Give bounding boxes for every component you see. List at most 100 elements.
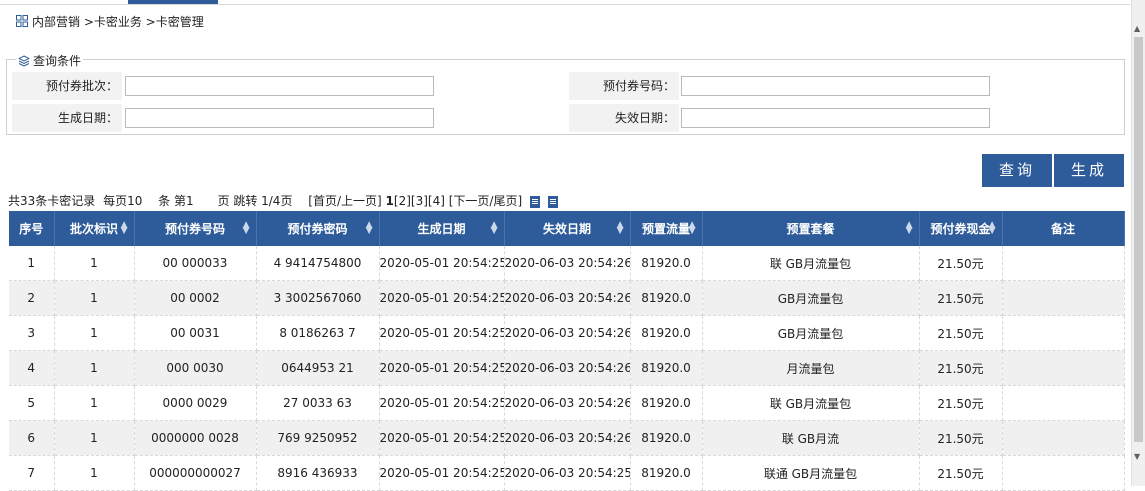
cell-batch: 1 (54, 455, 135, 491)
table-row[interactable]: 6 1 0000000 0028 769 9250952 2020-05-01 20:5… (9, 420, 1125, 456)
coupon-number-input[interactable] (681, 76, 990, 96)
sort-icon[interactable]: ▲ ▼ (491, 221, 498, 236)
cell-create-date: 2020-05-01 20:54:25 (379, 280, 505, 316)
pager-next-last[interactable]: [下一页/尾页] (449, 193, 522, 209)
cell-coupon-password: 769 9250952 (256, 420, 380, 456)
col-header-package[interactable]: 预置套餐 ▲ ▼ (702, 211, 920, 246)
generate-button[interactable]: 生成 (1054, 154, 1124, 187)
cell-coupon-number: 00 0031 (134, 315, 257, 351)
table-row[interactable]: 3 1 00 0031 8 0186263 7 2020-05-01 20:54:25 2… (9, 315, 1125, 351)
cell-index: 6 (9, 420, 55, 456)
sort-icon[interactable]: ▲ ▼ (121, 221, 128, 236)
pager-page-1[interactable]: 1 (386, 193, 394, 209)
pager-jump[interactable]: 页 跳转 1/4页 (218, 193, 293, 209)
cell-expire-date: 2020-06-03 20:54:26 (504, 246, 631, 281)
batch-input[interactable] (125, 76, 434, 96)
cell-cash: 21.50元 (919, 280, 1003, 316)
batch-label: 预付券批次： (12, 72, 122, 100)
sort-icon[interactable]: ▲ ▼ (366, 221, 373, 236)
sort-icon[interactable]: ▲ ▼ (989, 221, 996, 236)
cell-batch: 1 (54, 280, 135, 316)
cell-traffic: 81920.0 (630, 350, 703, 386)
col-header-remark[interactable]: 备注 (1002, 211, 1125, 246)
cell-coupon-number: 00 0002 (134, 280, 257, 316)
col-header-batch[interactable]: 批次标识 ▲ ▼ (54, 211, 135, 246)
sort-icon[interactable]: ▲ ▼ (906, 221, 913, 236)
col-header-coupon-number[interactable]: 预付券号码 ▲ ▼ (134, 211, 257, 246)
card-table: 序号 批次标识 ▲ ▼ 预付券号码 ▲ ▼ 预付券密码 ▲ ▼ 生成日期 ▲ ▼ 失效日期 ▲ ▼ … (9, 211, 1125, 491)
cell-index: 7 (9, 455, 55, 491)
cell-cash: 21.50元 (919, 350, 1003, 386)
col-header-remark-label: 备注 (1050, 222, 1075, 236)
table-row[interactable]: 2 1 00 0002 3 3002567060 2020-05-01 20:54:25… (9, 280, 1125, 316)
pager-page-3[interactable]: [3] (411, 193, 428, 209)
cell-index: 5 (9, 385, 55, 421)
col-header-coupon-number-label: 预付券号码 (164, 222, 225, 236)
cell-coupon-number: 0000 0029 (134, 385, 257, 421)
cell-coupon-number: 00 000033 (134, 246, 257, 281)
cell-package: 联 GB月流量包 (702, 246, 920, 281)
expire-date-label: 失效日期： (569, 104, 679, 132)
query-legend: 查询条件 (16, 52, 84, 69)
coupon-number-label: 预付券号码： (569, 72, 679, 100)
col-header-coupon-password[interactable]: 预付券密码 ▲ ▼ (256, 211, 380, 246)
breadcrumb-path: 内部营销 >卡密业务 >卡密管理 (32, 14, 204, 29)
sort-icon[interactable]: ▲ ▼ (243, 221, 250, 236)
pager-page-2[interactable]: [2] (394, 193, 411, 209)
tab-divider (0, 4, 1130, 5)
vertical-scrollbar[interactable]: ▲ ▼ (1131, 0, 1145, 486)
col-header-expire-date-label: 失效日期 (542, 222, 591, 236)
cell-expire-date: 2020-06-03 20:54:26 (504, 420, 631, 456)
cell-expire-date: 2020-06-03 20:54:26 (504, 280, 631, 316)
col-header-cash[interactable]: 预付券现金 ▲ ▼ (919, 211, 1003, 246)
cell-traffic: 81920.0 (630, 246, 703, 281)
table-row[interactable]: 1 1 00 000033 4 9414754800 2020-05-01 20:54:… (9, 246, 1125, 281)
expire-date-input[interactable] (681, 108, 990, 128)
create-date-input[interactable] (125, 108, 434, 128)
col-header-traffic[interactable]: 预置流量 ▲ ▼ (630, 211, 703, 246)
table-row[interactable]: 7 1 000000000027 8916 436933 2020-05-01 20:5… (9, 455, 1125, 491)
query-button[interactable]: 查询 (982, 154, 1052, 187)
cell-coupon-password: 0644953 21 (256, 350, 380, 386)
cell-traffic: 81920.0 (630, 315, 703, 351)
cell-index: 2 (9, 280, 55, 316)
cell-remark (1002, 350, 1125, 386)
cell-expire-date: 2020-06-03 20:54:26 (504, 385, 631, 421)
scroll-down-icon[interactable]: ▼ (1134, 452, 1140, 461)
pager-page-4[interactable]: [4] (428, 193, 445, 209)
col-header-expire-date[interactable]: 失效日期 ▲ ▼ (504, 211, 631, 246)
cell-cash: 21.50元 (919, 420, 1003, 456)
cell-traffic: 81920.0 (630, 455, 703, 491)
col-header-traffic-label: 预置流量 (641, 222, 690, 236)
cell-create-date: 2020-05-01 20:54:25 (379, 420, 505, 456)
cell-package: GB月流量包 (702, 280, 920, 316)
cell-package: 联通 GB月流量包 (702, 455, 920, 491)
cell-traffic: 81920.0 (630, 385, 703, 421)
download-icon[interactable] (547, 195, 558, 208)
sort-icon[interactable]: ▲ ▼ (617, 221, 624, 236)
cell-cash: 21.50元 (919, 246, 1003, 281)
cell-remark (1002, 315, 1125, 351)
cell-create-date: 2020-05-01 20:54:25 (379, 385, 505, 421)
grid-icon (16, 15, 28, 27)
scroll-up-icon[interactable]: ▲ (1134, 24, 1140, 33)
cell-index: 3 (9, 315, 55, 351)
sort-icon[interactable]: ▲ ▼ (689, 221, 696, 236)
cell-batch: 1 (54, 350, 135, 386)
table-row[interactable]: 4 1 000 0030 0644953 21 2020-05-01 20:54:25 2… (9, 350, 1125, 386)
cell-remark (1002, 385, 1125, 421)
pager-page: 条 第1 (158, 194, 194, 208)
excel-export-icon[interactable] (529, 195, 540, 208)
cell-cash: 21.50元 (919, 385, 1003, 421)
cell-index: 4 (9, 350, 55, 386)
cell-remark (1002, 246, 1125, 281)
cell-batch: 1 (54, 385, 135, 421)
col-header-index[interactable]: 序号 (9, 211, 55, 246)
pager-first-prev[interactable]: [首页/上一页] (308, 193, 381, 209)
scrollbar-thumb[interactable] (1134, 37, 1143, 442)
col-header-create-date[interactable]: 生成日期 ▲ ▼ (379, 211, 505, 246)
col-header-batch-label: 批次标识 (69, 222, 118, 236)
query-legend-text: 查询条件 (33, 54, 82, 68)
col-header-cash-label: 预付券现金 (930, 222, 991, 236)
table-row[interactable]: 5 1 0000 0029 27 0033 63 2020-05-01 20:54:25… (9, 385, 1125, 421)
